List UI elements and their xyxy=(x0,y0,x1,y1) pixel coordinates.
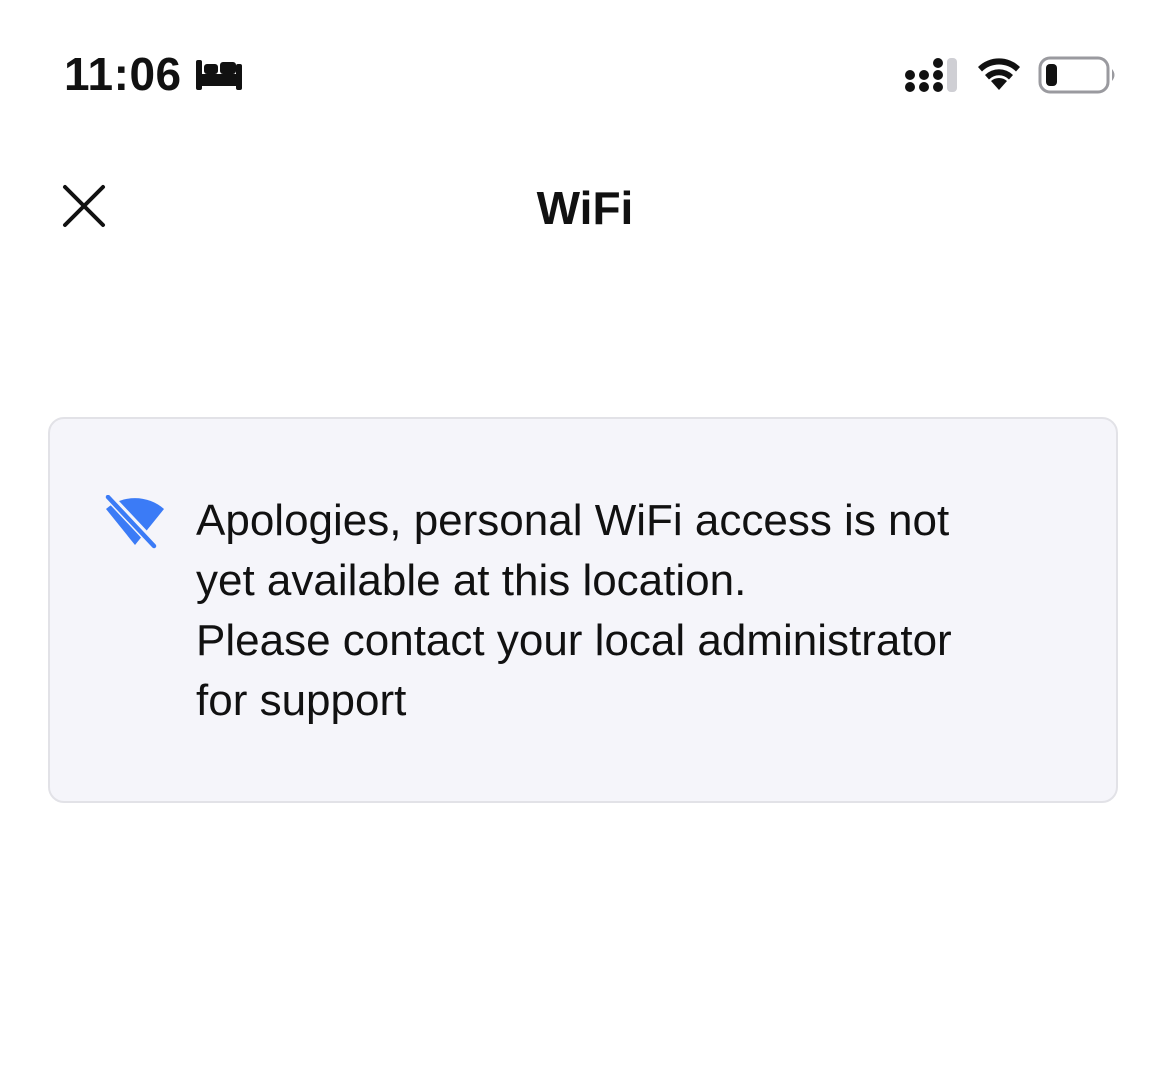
notice-line: Please contact your local administrator xyxy=(196,616,952,665)
notice-line: for support xyxy=(196,676,407,725)
cellular-signal-icon xyxy=(905,58,957,92)
status-time: 11:06 xyxy=(64,48,182,100)
wifi-icon xyxy=(978,58,1020,90)
notice-line: yet available at this location. xyxy=(196,556,747,605)
page-title: WiFi xyxy=(536,182,634,234)
wifi-off-icon xyxy=(105,495,164,549)
status-bar: 11:06 xyxy=(0,0,1170,150)
wifi-unavailable-notice: Apologies, personal WiFi access is not y… xyxy=(48,417,1118,803)
bed-icon xyxy=(196,60,242,90)
notice-message: Apologies, personal WiFi access is not y… xyxy=(196,491,1076,731)
notice-line: Apologies, personal WiFi access is not xyxy=(196,496,950,545)
battery-low-icon xyxy=(1038,56,1115,94)
